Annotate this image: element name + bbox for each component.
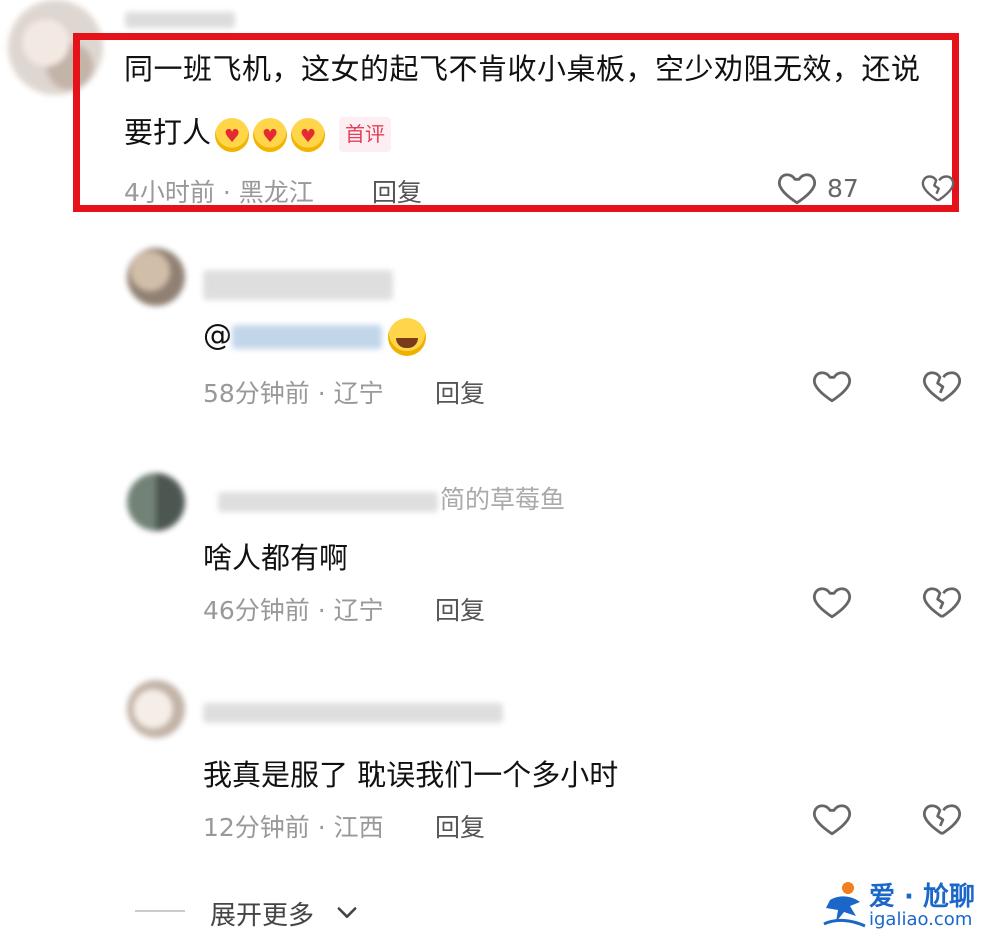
username-blurred[interactable] — [218, 492, 438, 512]
heart-hug-emoji-icon — [291, 117, 326, 152]
comment-time-location: 12分钟前 · 江西 — [203, 813, 384, 842]
username-blurred[interactable] — [125, 12, 235, 28]
watermark-url: igaliao.com — [869, 909, 973, 930]
heart-outline-icon[interactable] — [776, 166, 818, 208]
comment-text: 啥人都有啊 — [203, 541, 349, 575]
comment-text: 我真是服了 耽误我们一个多小时 — [203, 758, 619, 792]
reply-button[interactable]: 回复 — [435, 591, 485, 627]
avatar[interactable] — [127, 248, 185, 306]
mention-link[interactable] — [232, 325, 382, 349]
comment-time-location: 46分钟前 · 辽宁 — [203, 596, 384, 625]
watermark-title: 爱 · 尬聊 — [869, 882, 975, 912]
mention-prefix: @ — [203, 318, 232, 352]
comment-time-location: 58分钟前 · 辽宁 — [203, 379, 384, 408]
broken-heart-icon[interactable] — [921, 580, 963, 622]
heart-outline-icon[interactable] — [811, 364, 853, 406]
username-blurred[interactable] — [203, 270, 393, 300]
laughing-emoji-icon — [388, 318, 426, 356]
first-comment-badge: 首评 — [339, 117, 392, 152]
comment-text-line1: 同一班飞机，这女的起飞不肯收小桌板，空少劝阻无效，还说 — [124, 52, 921, 86]
broken-heart-icon[interactable] — [920, 166, 956, 208]
avatar[interactable] — [127, 473, 185, 531]
comment-text: @ — [203, 318, 426, 356]
username-blurred[interactable] — [203, 703, 503, 723]
comment-text-line2: 要打人 首评 — [124, 115, 392, 152]
username-partial[interactable]: 简的草莓鱼 — [440, 480, 565, 516]
reply-button[interactable]: 回复 — [435, 808, 485, 844]
watermark-logo-icon — [822, 878, 867, 930]
comment-text: 要打人 — [124, 115, 212, 150]
avatar[interactable] — [127, 680, 185, 738]
heart-hug-emoji-icon — [253, 117, 288, 152]
heart-hug-emoji-icon — [215, 117, 250, 152]
broken-heart-icon[interactable] — [921, 797, 963, 839]
comment-time-location: 4小时前 · 黑龙江 — [124, 178, 314, 207]
reply-button[interactable]: 回复 — [435, 374, 485, 410]
heart-outline-icon[interactable] — [811, 797, 853, 839]
chevron-down-icon[interactable] — [333, 898, 361, 926]
divider — [135, 910, 185, 912]
expand-more-button[interactable]: 展开更多 — [210, 895, 314, 932]
reply-button[interactable]: 回复 — [372, 173, 422, 209]
like-count: 87 — [827, 174, 859, 203]
heart-outline-icon[interactable] — [811, 580, 853, 622]
broken-heart-icon[interactable] — [921, 364, 963, 406]
